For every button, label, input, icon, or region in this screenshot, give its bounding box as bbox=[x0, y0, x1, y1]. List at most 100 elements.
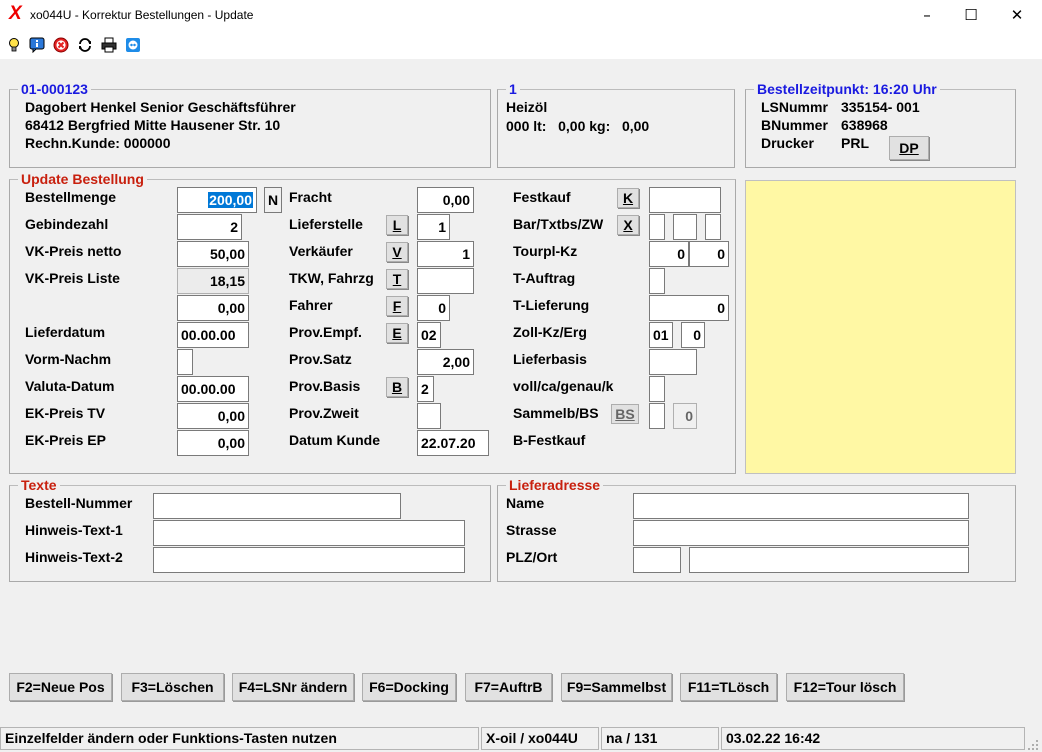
prov-satz-input[interactable]: 2,00 bbox=[417, 349, 474, 375]
vk-preis-netto-input[interactable]: 50,00 bbox=[177, 241, 249, 267]
ort-input[interactable] bbox=[689, 547, 969, 573]
n-button[interactable]: N bbox=[264, 187, 282, 213]
vk-preis-netto-label: VK-Preis netto bbox=[25, 243, 122, 259]
f4-change-ls-number-button[interactable]: F4=LSNr ändern bbox=[232, 673, 354, 701]
bestellmenge-input[interactable]: 200,00 bbox=[177, 187, 257, 213]
valuta-datum-label: Valuta-Datum bbox=[25, 378, 115, 394]
printer-value: PRL bbox=[841, 135, 869, 151]
gebindezahl-input[interactable]: 2 bbox=[177, 214, 242, 240]
hinweis-text-1-input[interactable] bbox=[153, 520, 465, 546]
gebindezahl-label: Gebindezahl bbox=[25, 216, 109, 232]
fahrer-input[interactable]: 0 bbox=[417, 295, 450, 321]
printer-label: Drucker bbox=[761, 135, 814, 151]
lieferstelle-label: Lieferstelle bbox=[289, 216, 363, 232]
dp-button[interactable]: DP bbox=[889, 136, 929, 160]
ek-preis-tv-input[interactable]: 0,00 bbox=[177, 403, 249, 429]
app-logo-icon: X bbox=[9, 3, 22, 24]
bestell-nummer-input[interactable] bbox=[153, 493, 401, 519]
ek-preis-ep-label: EK-Preis EP bbox=[25, 432, 106, 448]
zoll-kz-input[interactable]: 01 bbox=[649, 322, 673, 348]
txtbs-input[interactable] bbox=[673, 214, 697, 240]
t-auftrag-input[interactable] bbox=[649, 268, 665, 294]
plz-input[interactable] bbox=[633, 547, 681, 573]
resize-grip-icon[interactable] bbox=[1027, 738, 1039, 750]
prov-basis-input[interactable]: 2 bbox=[417, 376, 434, 402]
customer-address: 68412 Bergfried Mitte Hausener Str. 10 bbox=[25, 117, 281, 133]
b-number-value: 638968 bbox=[841, 117, 888, 133]
ek-preis-tv-label: EK-Preis TV bbox=[25, 405, 106, 421]
tkw-fahrzeug-input[interactable] bbox=[417, 268, 474, 294]
festkauf-button[interactable]: K bbox=[617, 188, 639, 208]
f12-tour-loesch-button[interactable]: F12=Tour lösch bbox=[786, 673, 904, 701]
zw-input[interactable] bbox=[705, 214, 721, 240]
toolbar bbox=[0, 31, 1042, 59]
lieferdatum-label: Lieferdatum bbox=[25, 324, 106, 340]
tkw-fahrzeug-button[interactable]: T bbox=[386, 269, 408, 289]
extra-price-input[interactable]: 0,00 bbox=[177, 295, 249, 321]
festkauf-input[interactable] bbox=[649, 187, 721, 213]
vorm-nachm-input[interactable] bbox=[177, 349, 193, 375]
lieferstelle-input[interactable]: 1 bbox=[417, 214, 450, 240]
voll-ca-genau-input[interactable] bbox=[649, 376, 665, 402]
product-name: Heizöl bbox=[506, 99, 548, 115]
fahrer-label: Fahrer bbox=[289, 297, 333, 313]
hinweis-text-2-input[interactable] bbox=[153, 547, 465, 573]
status-program: X-oil / xo044U bbox=[481, 727, 599, 750]
datum-kunde-input[interactable]: 22.07.20 bbox=[417, 430, 489, 456]
texte-title: Texte bbox=[18, 477, 60, 493]
bestell-nummer-label: Bestell-Nummer bbox=[25, 495, 133, 511]
product-quantity: 000 lt: 0,00 kg: 0,00 bbox=[506, 118, 650, 134]
bar-input[interactable] bbox=[649, 214, 665, 240]
lieferdatum-input[interactable]: 00.00.00 bbox=[177, 322, 249, 348]
close-window-button[interactable]: ✕ bbox=[994, 0, 1040, 31]
info-icon[interactable] bbox=[28, 36, 45, 53]
teamviewer-icon[interactable] bbox=[124, 36, 141, 53]
bs-button[interactable]: BS bbox=[611, 404, 639, 424]
tourpl-input-1[interactable]: 0 bbox=[649, 241, 689, 267]
f2-new-position-button[interactable]: F2=Neue Pos bbox=[9, 673, 112, 701]
strasse-input[interactable] bbox=[633, 520, 969, 546]
prov-basis-button[interactable]: B bbox=[386, 377, 408, 397]
verkaeufer-input[interactable]: 1 bbox=[417, 241, 474, 267]
fracht-input[interactable]: 0,00 bbox=[417, 187, 474, 213]
window-title: xo044U - Korrektur Bestellungen - Update bbox=[30, 8, 254, 22]
bulb-icon[interactable] bbox=[5, 36, 22, 53]
f3-delete-button[interactable]: F3=Löschen bbox=[121, 673, 224, 701]
ek-preis-ep-input[interactable]: 0,00 bbox=[177, 430, 249, 456]
refresh-icon[interactable] bbox=[76, 36, 93, 53]
t-lieferung-input[interactable]: 0 bbox=[649, 295, 729, 321]
print-icon[interactable] bbox=[100, 36, 117, 53]
bar-txtbs-zw-button[interactable]: X bbox=[617, 215, 639, 235]
bar-txtbs-zw-label: Bar/Txtbs/ZW bbox=[513, 216, 604, 232]
prov-basis-label: Prov.Basis bbox=[289, 378, 361, 394]
tourpl-kz-label: Tourpl-Kz bbox=[513, 243, 578, 259]
maximize-button[interactable]: ☐ bbox=[948, 0, 994, 31]
sammelb-input[interactable] bbox=[649, 403, 665, 429]
sammelb-bs-label: Sammelb/BS bbox=[513, 405, 599, 421]
verkaeufer-button[interactable]: V bbox=[386, 242, 408, 262]
bestellmenge-label: Bestellmenge bbox=[25, 189, 117, 205]
f7-auftrb-button[interactable]: F7=AuftrB bbox=[465, 673, 552, 701]
f6-docking-button[interactable]: F6=Docking bbox=[362, 673, 456, 701]
minimize-button[interactable]: – bbox=[904, 0, 950, 31]
plz-ort-label: PLZ/Ort bbox=[506, 549, 558, 565]
name-input[interactable] bbox=[633, 493, 969, 519]
valuta-datum-input[interactable]: 00.00.00 bbox=[177, 376, 249, 402]
prov-zweit-input[interactable] bbox=[417, 403, 441, 429]
lieferadresse-title: Lieferadresse bbox=[506, 477, 604, 493]
vk-preis-liste-field: 18,15 bbox=[177, 268, 249, 294]
prov-empf-input[interactable]: 02 bbox=[417, 322, 441, 348]
fahrer-button[interactable]: F bbox=[386, 296, 408, 316]
notes-panel[interactable] bbox=[745, 180, 1016, 474]
lieferbasis-label: Lieferbasis bbox=[513, 351, 587, 367]
lieferbasis-input[interactable] bbox=[649, 349, 697, 375]
status-message: Einzelfelder ändern oder Funktions-Taste… bbox=[0, 727, 479, 750]
tourpl-input-2[interactable]: 0 bbox=[689, 241, 729, 267]
b-number-label: BNummer bbox=[761, 117, 828, 133]
cancel-icon[interactable] bbox=[52, 36, 69, 53]
lieferstelle-button[interactable]: L bbox=[386, 215, 408, 235]
prov-empf-button[interactable]: E bbox=[386, 323, 408, 343]
zoll-erg-input[interactable]: 0 bbox=[681, 322, 705, 348]
f9-sammelbst-button[interactable]: F9=Sammelbst bbox=[561, 673, 672, 701]
f11-tloesch-button[interactable]: F11=TLösch bbox=[680, 673, 777, 701]
